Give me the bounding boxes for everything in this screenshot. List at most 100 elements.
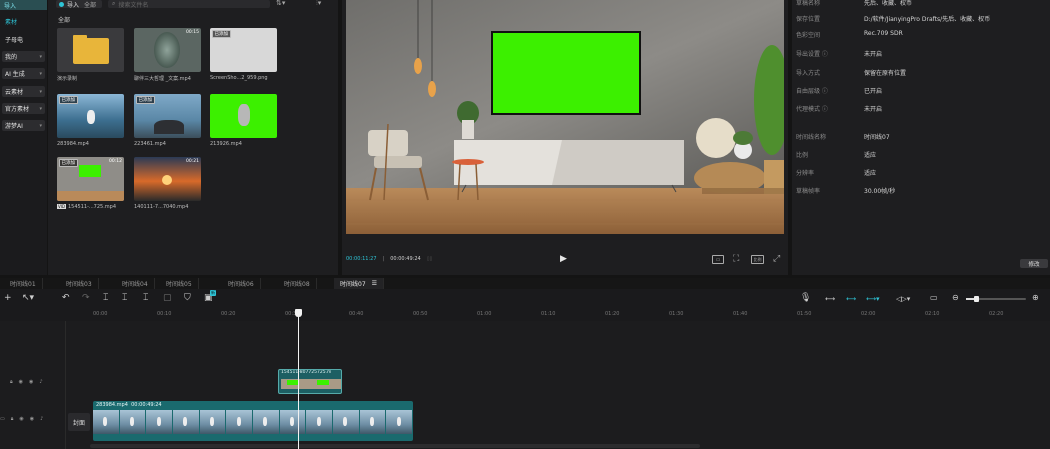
timeline-ruler[interactable]: 00:00 00:10 00:20 00:30 00:40 00:50 01:00 01:10… bbox=[0, 309, 1050, 321]
property-row: 色彩空间 Rec.709 SDR bbox=[796, 30, 1046, 39]
playhead[interactable] bbox=[295, 309, 302, 449]
split-left-icon[interactable]: ⌶ bbox=[122, 293, 127, 303]
main-track-mute-icon[interactable]: ◉ bbox=[19, 416, 23, 422]
property-key: 导入方式 bbox=[796, 70, 821, 77]
cover-button[interactable]: 封面 bbox=[68, 413, 90, 431]
timeline-tab-label: 时间线08 bbox=[284, 281, 310, 288]
preview-axis-icon[interactable]: ◁▷▾ bbox=[896, 295, 910, 303]
ratio-button[interactable]: 比例 bbox=[751, 255, 764, 264]
nav-item[interactable]: 游梦AI ▾ bbox=[2, 120, 45, 131]
zoom-out-icon[interactable]: ⊖ bbox=[952, 293, 959, 302]
play-icon[interactable]: ▶ bbox=[560, 254, 567, 264]
property-key: 导出设置 ⓘ bbox=[796, 51, 828, 58]
ruler-tick-label: 00:50 bbox=[413, 311, 428, 317]
select-tool-icon[interactable]: ↖▾ bbox=[22, 293, 34, 303]
sort-icon[interactable]: ⇅▾ bbox=[276, 0, 285, 7]
track-header-column: 🔒︎ ◉ ◉ ♪ ▭ 🔒︎ ◉ ◉ ♪ 封面 bbox=[0, 321, 90, 449]
media-thumbnail[interactable]: 已添加 00:12 bbox=[57, 157, 124, 201]
zoom-slider[interactable] bbox=[966, 296, 1026, 302]
media-filename: 283984.mp4 bbox=[57, 141, 89, 147]
property-row: 代理模式 ⓘ 未开启 bbox=[796, 104, 1046, 113]
search-input[interactable]: ⌕ 搜索文件名 bbox=[108, 0, 270, 9]
undo-icon[interactable]: ↶ bbox=[62, 293, 70, 303]
main-clip-label: 283984.mp4 00:00:49:24 bbox=[96, 402, 162, 408]
zoom-in-icon[interactable]: ⊕ bbox=[1032, 293, 1039, 302]
split-icon[interactable]: ⌶ bbox=[103, 293, 108, 303]
main-clip[interactable]: 283984.mp4 00:00:49:24 bbox=[93, 401, 413, 441]
import-button[interactable]: 导入 全部 bbox=[56, 0, 102, 9]
track-mute-icon[interactable]: ◉ bbox=[29, 379, 33, 385]
import-nav-tab[interactable]: 导入 bbox=[0, 0, 47, 10]
media-thumbnail[interactable]: 已添加 bbox=[134, 94, 201, 138]
media-filename: 223461.mp4 bbox=[134, 141, 166, 147]
main-track-controls: ▭ 🔒︎ ◉ ◉ ♪ bbox=[0, 416, 43, 422]
media-thumbnail[interactable] bbox=[57, 28, 124, 72]
timeline-scrollbar[interactable] bbox=[90, 444, 700, 448]
nav-item[interactable]: 云素材 ▾ bbox=[2, 86, 45, 97]
fit-view-icon[interactable]: ⛶ bbox=[733, 254, 739, 264]
track-audio-icon[interactable]: ♪ bbox=[39, 379, 42, 385]
media-duration: 00:12 bbox=[109, 159, 122, 164]
track-eye-icon[interactable]: ◉ bbox=[19, 379, 23, 385]
caption-icon[interactable]: ▭ bbox=[930, 293, 938, 302]
timeline-tab[interactable]: 时间线07 ☰ bbox=[334, 278, 385, 289]
timeline-tab[interactable]: 时间线08 bbox=[278, 278, 317, 289]
property-value: 未开启 bbox=[864, 51, 883, 58]
media-label: 演示录制 bbox=[57, 75, 77, 82]
delete-icon[interactable]: ▢ bbox=[163, 293, 172, 303]
tab-menu-icon[interactable]: ☰ bbox=[372, 280, 377, 287]
ruler-tick-label: 00:10 bbox=[157, 311, 172, 317]
modify-button[interactable]: 修改 bbox=[1020, 259, 1048, 268]
overlay-clip[interactable]: 154511-807725725.m bbox=[278, 369, 342, 394]
frame-step-icon[interactable]: ▯▯ bbox=[427, 256, 433, 262]
nav-item[interactable]: 我的 ▾ bbox=[2, 51, 45, 62]
clip-frame bbox=[226, 410, 254, 434]
playhead-handle[interactable] bbox=[295, 309, 302, 317]
nav-item[interactable]: AI 生成 ▾ bbox=[2, 68, 45, 79]
nav-item[interactable]: 素材 bbox=[2, 16, 45, 27]
nav-item-label: 素材 bbox=[5, 19, 18, 26]
all-tag[interactable]: 全部 bbox=[84, 0, 96, 9]
nav-item[interactable]: 官方素材 ▾ bbox=[2, 103, 45, 114]
media-label: ScreenSho...2_959.png bbox=[210, 75, 268, 81]
property-value: D:/软件/JianyingPro Drafts/先后、收藏、权币 bbox=[864, 16, 991, 23]
shield-icon[interactable]: ⛉ bbox=[184, 293, 191, 303]
timeline-tracks: 🔒︎ ◉ ◉ ♪ ▭ 🔒︎ ◉ ◉ ♪ 封面 154511-807725725.… bbox=[0, 321, 1050, 449]
media-thumbnail[interactable]: 已添加 bbox=[210, 28, 277, 72]
property-value: 适应 bbox=[864, 152, 877, 159]
split-right-icon[interactable]: ⌶ bbox=[143, 293, 148, 303]
media-thumbnail[interactable]: 已添加 bbox=[57, 94, 124, 138]
timeline-tab[interactable]: 时间线04 bbox=[116, 278, 155, 289]
timeline-tab[interactable]: 时间线01 bbox=[4, 278, 43, 289]
property-value: 已开启 bbox=[864, 88, 883, 95]
video-preview[interactable] bbox=[346, 0, 784, 234]
main-track-eye-icon[interactable]: 🔒︎ bbox=[11, 416, 14, 422]
snap-icon[interactable]: ⟷▾ bbox=[866, 295, 880, 303]
search-placeholder: 搜索文件名 bbox=[118, 1, 149, 9]
media-thumbnail[interactable]: 00:15 bbox=[134, 28, 201, 72]
ruler-tick-label: 02:00 bbox=[861, 311, 876, 317]
media-thumbnail[interactable] bbox=[210, 94, 277, 138]
fullscreen-icon[interactable]: ⤢ bbox=[773, 254, 780, 264]
microphone-icon[interactable]: 🎙 bbox=[800, 293, 811, 303]
timeline-tab[interactable]: 时间线05 bbox=[160, 278, 199, 289]
timeline-tab-label: 时间线04 bbox=[122, 281, 148, 288]
add-icon[interactable]: + bbox=[4, 293, 12, 303]
subtitle-toggle-icon[interactable]: ▭ bbox=[712, 255, 724, 264]
main-track-extra-icon[interactable]: ♪ bbox=[40, 416, 43, 422]
track-lock-icon[interactable]: 🔒︎ bbox=[10, 379, 13, 385]
magnet-icon[interactable]: ⟷ bbox=[846, 295, 856, 303]
link-icon[interactable]: ⟷ bbox=[825, 295, 835, 303]
added-badge: 已添加 bbox=[212, 30, 231, 38]
redo-icon[interactable]: ↷ bbox=[82, 293, 90, 303]
main-track-lock-icon[interactable]: ▭ bbox=[0, 416, 5, 422]
timeline-tab[interactable]: 时间线03 bbox=[60, 278, 99, 289]
media-thumbnail[interactable]: 00:21 bbox=[134, 157, 201, 201]
clip-frame bbox=[119, 410, 147, 434]
time-separator: | bbox=[382, 256, 385, 262]
nav-item[interactable]: 子母电 bbox=[2, 34, 45, 45]
main-track-audio-icon[interactable]: ◉ bbox=[30, 416, 34, 422]
filter-icon[interactable]: ⫶▾ bbox=[316, 0, 321, 8]
zoom-slider-handle[interactable] bbox=[974, 296, 979, 302]
timeline-tab[interactable]: 时间线06 bbox=[222, 278, 261, 289]
